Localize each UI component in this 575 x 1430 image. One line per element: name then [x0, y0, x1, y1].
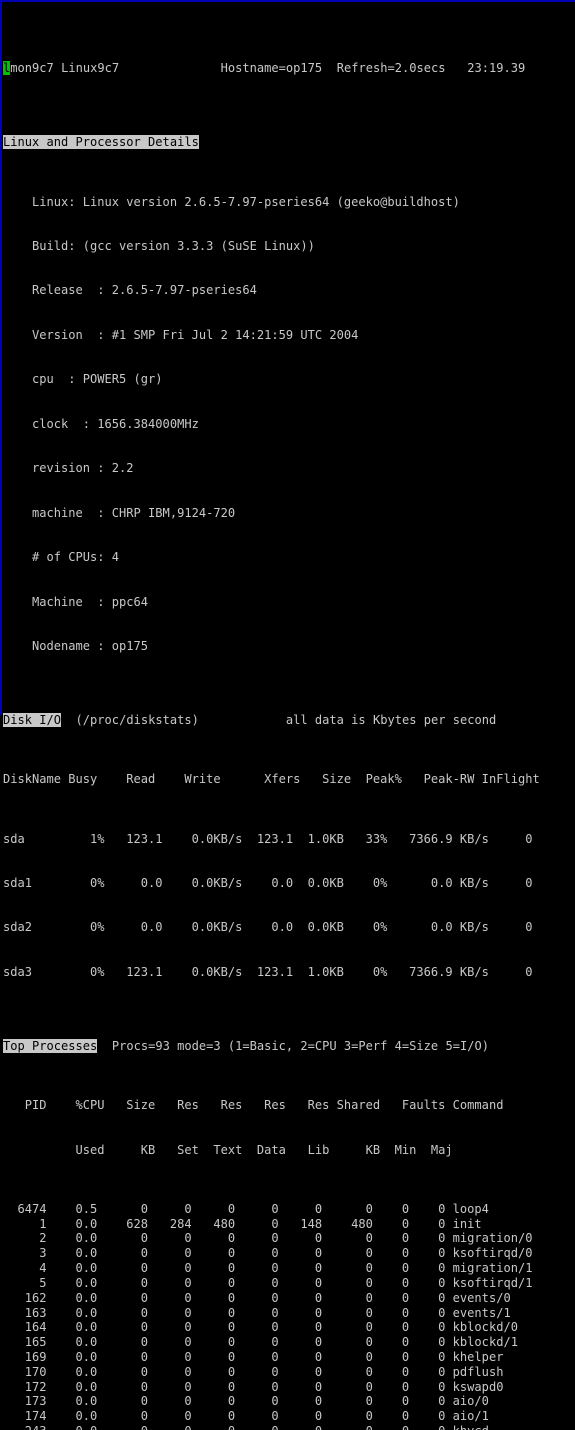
process-row[interactable]: 163 0.0 0 0 0 0 0 0 0 0 events/1	[3, 1306, 575, 1321]
disk-table-row[interactable]: sda1 0% 0.0 0.0KB/s 0.0 0.0KB 0% 0.0 KB/…	[3, 876, 575, 891]
disk-table-row[interactable]: sda2 0% 0.0 0.0KB/s 0.0 0.0KB 0% 0.0 KB/…	[3, 920, 575, 935]
process-row-text: 162 0.0 0 0 0 0 0 0 0 0 events/0	[3, 1290, 511, 1305]
disk-row-sda2: sda2 0% 0.0 0.0KB/s 0.0 0.0KB 0% 0.0 KB/…	[3, 920, 533, 935]
cpu-detail-revision: revision : 2.2	[3, 461, 134, 476]
top-procs-info: Procs=93 mode=3 (1=Basic, 2=CPU 3=Perf 4…	[111, 1038, 489, 1053]
app-label: mon9c7	[10, 61, 54, 76]
top-section-title[interactable]: Top Processes	[3, 1038, 98, 1053]
cpu-section-title[interactable]: Linux and Processor Details	[3, 135, 199, 150]
top-section-header-line: Top Processes Procs=93 mode=3 (1=Basic, …	[3, 1038, 575, 1054]
process-row-text: 243 0.0 0 0 0 0 0 0 0 0 khvcd	[3, 1424, 489, 1430]
disk-table-header: DiskName Busy Read Write Xfers Size Peak…	[3, 772, 575, 787]
cpu-detail-build: Build: (gcc version 3.3.3 (SuSE Linux))	[3, 239, 315, 253]
cpu-detail-row: Version : #1 SMP Fri Jul 2 14:21:59 UTC …	[3, 328, 575, 343]
process-row-text: 172 0.0 0 0 0 0 0 0 0 0 kswapd0	[3, 1379, 504, 1394]
process-row[interactable]: 4 0.0 0 0 0 0 0 0 0 0 migration/1	[3, 1261, 575, 1276]
process-row-text: 163 0.0 0 0 0 0 0 0 0 0 events/1	[3, 1305, 511, 1320]
cpu-detail-clock: clock : 1656.384000MHz	[3, 416, 199, 431]
cpu-detail-machine-arch: Machine : ppc64	[3, 594, 149, 609]
process-row-text: 5 0.0 0 0 0 0 0 0 0 0 ksoftirqd/1	[3, 1275, 533, 1290]
process-row[interactable]: 165 0.0 0 0 0 0 0 0 0 0 kblockd/1	[3, 1335, 575, 1350]
hostname-field: Hostname=op175	[220, 61, 323, 76]
cpu-detail-row: Build: (gcc version 3.3.3 (SuSE Linux))	[3, 239, 575, 254]
process-row[interactable]: 3 0.0 0 0 0 0 0 0 0 0 ksoftirqd/0	[3, 1246, 575, 1261]
disk-row-sda: sda 1% 123.1 0.0KB/s 123.1 1.0KB 33% 736…	[3, 831, 533, 846]
cpu-detail-row: clock : 1656.384000MHz	[3, 417, 575, 432]
status-gap-1	[54, 61, 61, 75]
disk-header-gap-2	[199, 713, 286, 727]
clock-field: 23:19.39	[467, 61, 526, 76]
cpu-detail-release: Release : 2.6.5-7.97-pseries64	[3, 283, 257, 298]
top-header-gap	[97, 1039, 112, 1053]
cpu-detail-row: Release : 2.6.5-7.97-pseries64	[3, 283, 575, 298]
cpu-detail-row: Nodename : op175	[3, 639, 575, 654]
cpu-detail-cpu: cpu : POWER5 (gr)	[3, 372, 163, 387]
cpu-detail-linux: Linux: Linux version 2.6.5-7.97-pseries6…	[3, 194, 460, 209]
process-row[interactable]: 162 0.0 0 0 0 0 0 0 0 0 events/0	[3, 1291, 575, 1306]
cpu-detail-row: Linux: Linux version 2.6.5-7.97-pseries6…	[3, 195, 575, 210]
top-table-header-row1: PID %CPU Size Res Res Res Res Shared Fau…	[3, 1098, 575, 1113]
process-list: 6474 0.5 0 0 0 0 0 0 0 0 loop4 1 0.0 628…	[3, 1202, 575, 1430]
disk-row-sda1: sda1 0% 0.0 0.0KB/s 0.0 0.0KB 0% 0.0 KB/…	[3, 875, 533, 890]
disk-section-header-line: Disk I/O (/proc/diskstats) all data is K…	[3, 713, 575, 728]
cpu-detail-nodename: Nodename : op175	[3, 638, 149, 653]
process-row[interactable]: 170 0.0 0 0 0 0 0 0 0 0 pdflush	[3, 1365, 575, 1380]
process-row[interactable]: 164 0.0 0 0 0 0 0 0 0 0 kblockd/0	[3, 1320, 575, 1335]
cpu-detail-row: # of CPUs: 4	[3, 550, 575, 565]
process-row-text: 173 0.0 0 0 0 0 0 0 0 0 aio/0	[3, 1394, 489, 1409]
process-row[interactable]: 172 0.0 0 0 0 0 0 0 0 0 kswapd0	[3, 1380, 575, 1395]
host-label: Linux9c7	[61, 61, 120, 76]
process-row-text: 164 0.0 0 0 0 0 0 0 0 0 kblockd/0	[3, 1320, 518, 1335]
process-row[interactable]: 173 0.0 0 0 0 0 0 0 0 0 aio/0	[3, 1394, 575, 1409]
process-row[interactable]: 6474 0.5 0 0 0 0 0 0 0 0 loop4	[3, 1202, 575, 1217]
cpu-detail-ncpus: # of CPUs: 4	[3, 550, 120, 565]
disk-table-header-text: DiskName Busy Read Write Xfers Size Peak…	[3, 772, 540, 787]
top-table-header-row2: Used KB Set Text Data Lib KB Min Maj	[3, 1143, 575, 1158]
process-row[interactable]: 1 0.0 628 284 480 0 148 480 0 0 init	[3, 1217, 575, 1232]
disk-source-path: (/proc/diskstats)	[75, 713, 199, 727]
top-table-header-line2: Used KB Set Text Data Lib KB Min Maj	[3, 1142, 453, 1157]
process-row[interactable]: 5 0.0 0 0 0 0 0 0 0 0 ksoftirqd/1	[3, 1276, 575, 1291]
process-row-text: 169 0.0 0 0 0 0 0 0 0 0 khelper	[3, 1349, 504, 1364]
process-row-text: 2 0.0 0 0 0 0 0 0 0 0 migration/0	[3, 1231, 533, 1246]
status-line: lmon9c7 Linux9c7 Hostname=op175 Refresh=…	[3, 61, 575, 76]
process-row-text: 1 0.0 628 284 480 0 148 480 0 0 init	[3, 1216, 482, 1231]
status-gap-4	[446, 61, 468, 75]
process-row[interactable]: 174 0.0 0 0 0 0 0 0 0 0 aio/1	[3, 1409, 575, 1424]
cpu-detail-version: Version : #1 SMP Fri Jul 2 14:21:59 UTC …	[3, 327, 359, 342]
cpu-detail-row: revision : 2.2	[3, 461, 575, 476]
refresh-field: Refresh=2.0secs	[336, 61, 446, 76]
disk-table-row[interactable]: sda3 0% 123.1 0.0KB/s 123.1 1.0KB 0% 736…	[3, 965, 575, 980]
cpu-detail-row: cpu : POWER5 (gr)	[3, 372, 575, 387]
process-row-text: 3 0.0 0 0 0 0 0 0 0 0 ksoftirqd/0	[3, 1246, 533, 1261]
disk-units-note: all data is Kbytes per second	[285, 713, 497, 727]
process-row-text: 6474 0.5 0 0 0 0 0 0 0 0 loop4	[3, 1201, 489, 1216]
process-row-text: 170 0.0 0 0 0 0 0 0 0 0 pdflush	[3, 1364, 504, 1379]
disk-header-gap-1	[61, 713, 76, 727]
process-row-text: 4 0.0 0 0 0 0 0 0 0 0 migration/1	[3, 1261, 533, 1276]
status-gap-3	[322, 61, 337, 75]
disk-table-row[interactable]: sda 1% 123.1 0.0KB/s 123.1 1.0KB 33% 736…	[3, 832, 575, 847]
cpu-detail-row: Machine : ppc64	[3, 595, 575, 610]
disk-section-title[interactable]: Disk I/O	[3, 713, 62, 727]
disk-row-sda3: sda3 0% 123.1 0.0KB/s 123.1 1.0KB 0% 736…	[3, 964, 533, 979]
process-row[interactable]: 169 0.0 0 0 0 0 0 0 0 0 khelper	[3, 1350, 575, 1365]
process-row[interactable]: 243 0.0 0 0 0 0 0 0 0 0 khvcd	[3, 1424, 575, 1430]
top-table-header-line1: PID %CPU Size Res Res Res Res Shared Fau…	[3, 1098, 504, 1113]
cpu-detail-row: machine : CHRP IBM,9124-720	[3, 506, 575, 521]
process-row-text: 174 0.0 0 0 0 0 0 0 0 0 aio/1	[3, 1409, 489, 1424]
status-gap-2	[119, 61, 221, 75]
cpu-section-header-line: Linux and Processor Details	[3, 135, 575, 150]
process-row[interactable]: 2 0.0 0 0 0 0 0 0 0 0 migration/0	[3, 1231, 575, 1246]
cpu-detail-machine: machine : CHRP IBM,9124-720	[3, 505, 236, 520]
terminal-screen[interactable]: lmon9c7 Linux9c7 Hostname=op175 Refresh=…	[0, 0, 575, 1430]
process-row-text: 165 0.0 0 0 0 0 0 0 0 0 kblockd/1	[3, 1335, 518, 1350]
